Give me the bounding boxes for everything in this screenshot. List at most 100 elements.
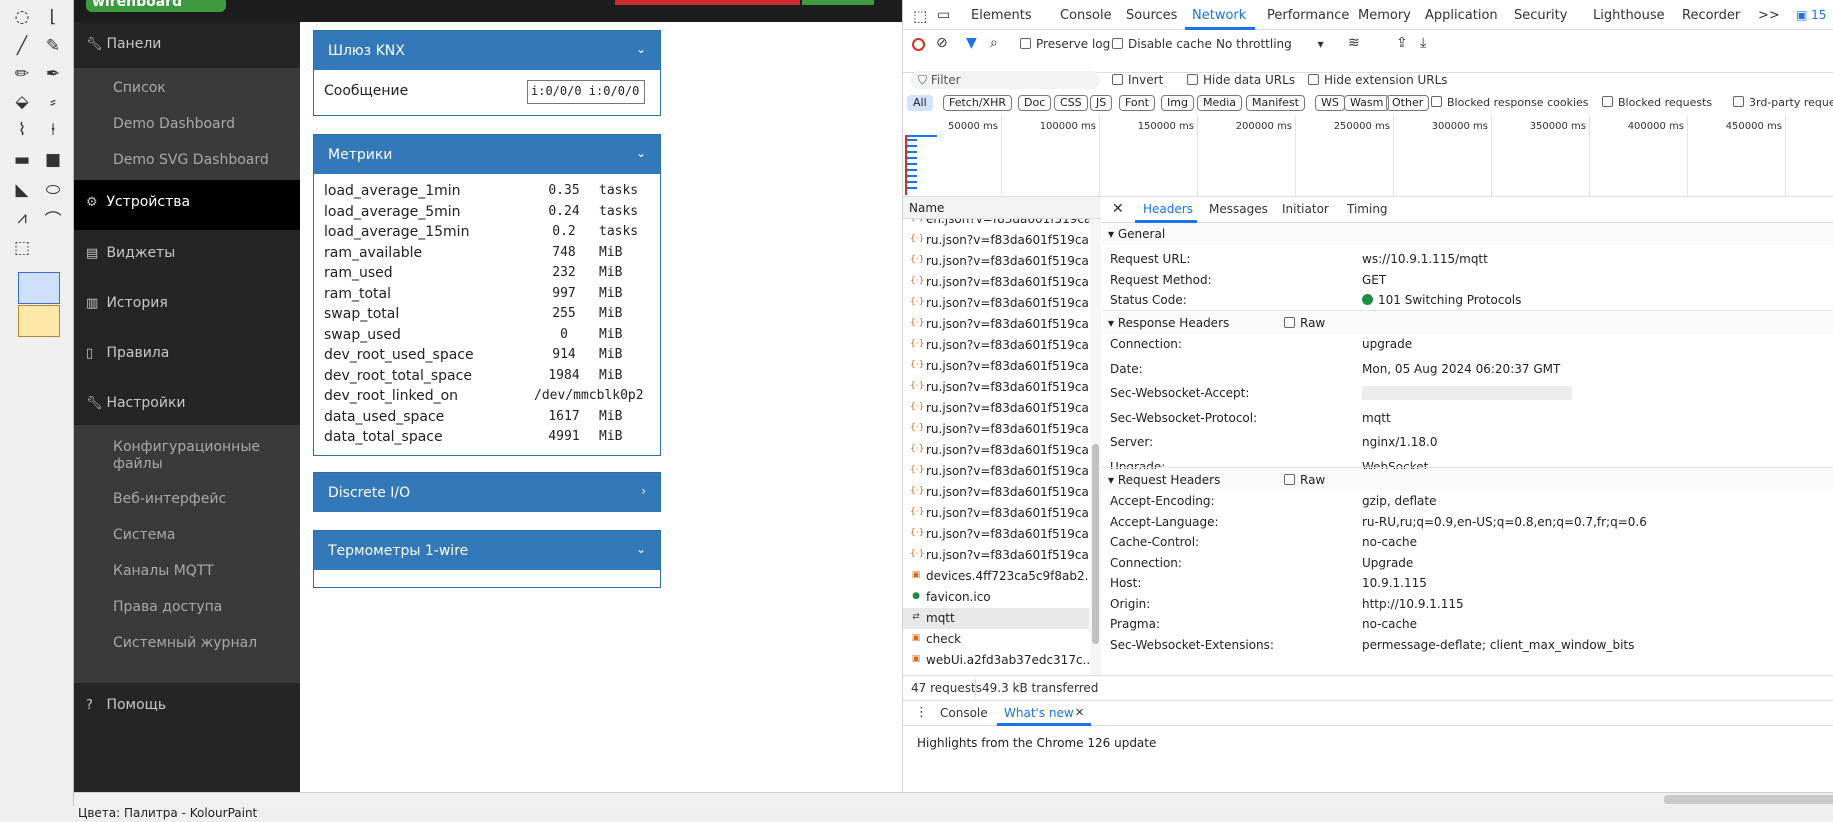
nav-rules[interactable]: ▯ Правила [86, 345, 169, 361]
nav-web-ui[interactable]: Веб-интерфейс [113, 491, 293, 508]
type-filter-chip[interactable]: JS [1090, 95, 1113, 111]
curve-icon[interactable]: ⌒ [40, 206, 66, 231]
opaque-mode-icon[interactable] [18, 272, 60, 304]
request-row[interactable]: {·} ru.json?v=f83da601f519ca... [903, 419, 1089, 440]
knx-panel-header[interactable]: Шлюз KNX ⌄ [314, 31, 660, 70]
request-row[interactable]: {·} ru.json?v=f83da601f519ca... [903, 398, 1089, 419]
response-headers-section-header[interactable]: ▾ Response Headers Raw [1102, 312, 1833, 334]
search-icon[interactable]: ⌕ [990, 35, 998, 51]
disable-cache-checkbox[interactable]: Disable cache [1112, 37, 1212, 51]
request-list-scrollbar[interactable] [1090, 219, 1101, 675]
response-raw-checkbox[interactable]: Raw [1284, 316, 1325, 330]
nav-panels[interactable]: 🔧︎ Панели [86, 36, 161, 52]
type-filter-chip[interactable]: Other [1386, 95, 1430, 111]
tab-messages[interactable]: Messages [1209, 202, 1268, 216]
line-tool-icon[interactable]: ╱ [9, 34, 35, 58]
tab-recorder[interactable]: Recorder [1682, 8, 1740, 23]
nav-demo-svg-dashboard[interactable]: Demo SVG Dashboard [113, 152, 293, 169]
request-row[interactable]: {·} ru.json?v=f83da601f519ca... [903, 461, 1089, 482]
nav-settings[interactable]: 🔧︎ Настройки [86, 395, 186, 411]
drawer-menu-icon[interactable]: ⋮ [915, 705, 928, 720]
request-row[interactable]: ▣ webUi.a2fd3ab37edc317c... [903, 650, 1089, 671]
request-row[interactable]: {·} ru.json?v=f83da601f519ca... [903, 251, 1089, 272]
request-row[interactable]: {·} ru.json?v=f83da601f519ca... [903, 503, 1089, 524]
hide-data-urls-checkbox[interactable]: Hide data URLs [1187, 73, 1295, 87]
tab-performance[interactable]: Performance [1267, 8, 1349, 23]
request-row[interactable]: {·} ru.json?v=f83da601f519ca... [903, 230, 1089, 251]
close-icon[interactable]: ✕ [1112, 201, 1124, 217]
record-stop-icon[interactable] [912, 38, 925, 51]
drawer-tab-whats-new[interactable]: What's new [1004, 706, 1074, 720]
type-filter-chip[interactable]: WS [1315, 95, 1345, 111]
color-picker-icon[interactable]: ⸗ [40, 90, 66, 114]
request-row[interactable]: {·} ru.json?v=f83da601f519ca... [903, 293, 1089, 314]
eraser-icon[interactable]: ✎ [40, 34, 66, 58]
header-green-button[interactable] [802, 0, 874, 5]
type-filter-chip[interactable]: Font [1119, 95, 1155, 111]
throttling-select[interactable]: No throttling ▾ [1216, 37, 1324, 51]
request-row[interactable]: {·}en.json?v=f83da601f519ca... [903, 219, 1089, 230]
spray-icon[interactable]: ⌇ [9, 118, 35, 142]
request-row[interactable]: {·} ru.json?v=f83da601f519ca... [903, 377, 1089, 398]
nav-widgets[interactable]: ▤ Виджеты [86, 245, 175, 261]
discrete-io-header[interactable]: Discrete I/O › [314, 473, 660, 512]
airbrush-icon[interactable]: ⍿ [40, 118, 66, 142]
metrics-panel-header[interactable]: Метрики ⌄ [314, 135, 660, 174]
nav-panels-list[interactable]: Список [113, 80, 293, 97]
request-row[interactable]: {·} ru.json?v=f83da601f519ca... [903, 524, 1089, 545]
header-red-button[interactable] [615, 0, 800, 5]
inspect-element-icon[interactable]: ⬚ [913, 7, 927, 25]
tab-sources[interactable]: Sources [1126, 8, 1177, 23]
type-filter-chip[interactable]: Media [1197, 95, 1243, 111]
request-row[interactable]: ▣ check [903, 629, 1089, 650]
request-row[interactable]: {·} ru.json?v=f83da601f519ca... [903, 272, 1089, 293]
type-filter-chip[interactable]: Img [1161, 95, 1194, 111]
tab-security[interactable]: Security [1514, 8, 1567, 23]
request-row[interactable]: ⇄ mqtt [903, 608, 1089, 629]
filter-icon[interactable]: ▼ [966, 35, 977, 51]
network-conditions-icon[interactable]: ≋ [1348, 35, 1360, 51]
hide-extension-urls-checkbox[interactable]: Hide extension URLs [1308, 73, 1448, 87]
tab-lighthouse[interactable]: Lighthouse [1593, 8, 1665, 23]
type-filter-chip[interactable]: Fetch/XHR [943, 95, 1012, 111]
close-icon[interactable]: ✕ [1075, 706, 1084, 719]
nav-config-files[interactable]: Конфигурационные файлы [113, 439, 293, 473]
nav-devices-active[interactable]: ⚙ Устройства [74, 180, 300, 230]
device-toolbar-icon[interactable]: ▭ [937, 7, 950, 23]
crop-icon[interactable]: ⬚ [9, 236, 35, 260]
tab-headers[interactable]: Headers [1143, 202, 1193, 216]
issues-badge[interactable]: ▣ 15 [1796, 8, 1826, 22]
select-text-icon[interactable]: ⌊ [40, 5, 66, 29]
name-column-header[interactable]: Name [903, 197, 1101, 219]
app-logo[interactable]: wirenboard [86, 0, 226, 12]
select-ellipse-icon[interactable]: ◌ [9, 5, 35, 29]
horizontal-scrollbar[interactable] [74, 792, 1833, 806]
third-party-checkbox[interactable]: 3rd-party requests [1733, 96, 1833, 109]
type-filter-chip[interactable]: CSS [1054, 95, 1088, 111]
tab-network[interactable]: Network [1192, 8, 1246, 23]
ellipse-icon[interactable]: ⬭ [40, 178, 66, 202]
import-har-icon[interactable]: ⇪ [1396, 35, 1408, 51]
blocked-cookies-checkbox[interactable]: Blocked response cookies [1431, 96, 1589, 109]
thermometers-header[interactable]: Термометры 1-wire ⌄ [314, 531, 660, 570]
request-row[interactable]: {·} ru.json?v=f83da601f519ca... [903, 314, 1089, 335]
rectangle-icon[interactable]: ■ [40, 148, 66, 172]
transparent-mode-icon[interactable] [18, 305, 60, 337]
fill-icon[interactable]: ⬙ [9, 90, 35, 114]
tab-application[interactable]: Application [1425, 8, 1498, 23]
request-raw-checkbox[interactable]: Raw [1284, 473, 1325, 487]
tab-console[interactable]: Console [1060, 8, 1112, 23]
rounded-rect-icon[interactable]: ▬ [9, 148, 35, 172]
nav-access-rights[interactable]: Права доступа [113, 599, 293, 616]
type-filter-chip[interactable]: Doc [1018, 95, 1052, 111]
type-filter-chip[interactable]: Manifest [1246, 95, 1305, 111]
polyline-icon[interactable]: ⩘ [9, 206, 35, 230]
nav-system[interactable]: Система [113, 527, 293, 544]
request-headers-section-header[interactable]: ▾ Request Headers Raw [1102, 469, 1833, 491]
invert-checkbox[interactable]: Invert [1112, 73, 1163, 87]
nav-demo-dashboard[interactable]: Demo Dashboard [113, 116, 293, 133]
type-filter-chip[interactable]: All [907, 95, 933, 111]
tab-elements[interactable]: Elements [971, 8, 1032, 23]
request-row[interactable]: {·} ru.json?v=f83da601f519ca... [903, 356, 1089, 377]
request-row[interactable]: {·} ru.json?v=f83da601f519ca... [903, 545, 1089, 566]
